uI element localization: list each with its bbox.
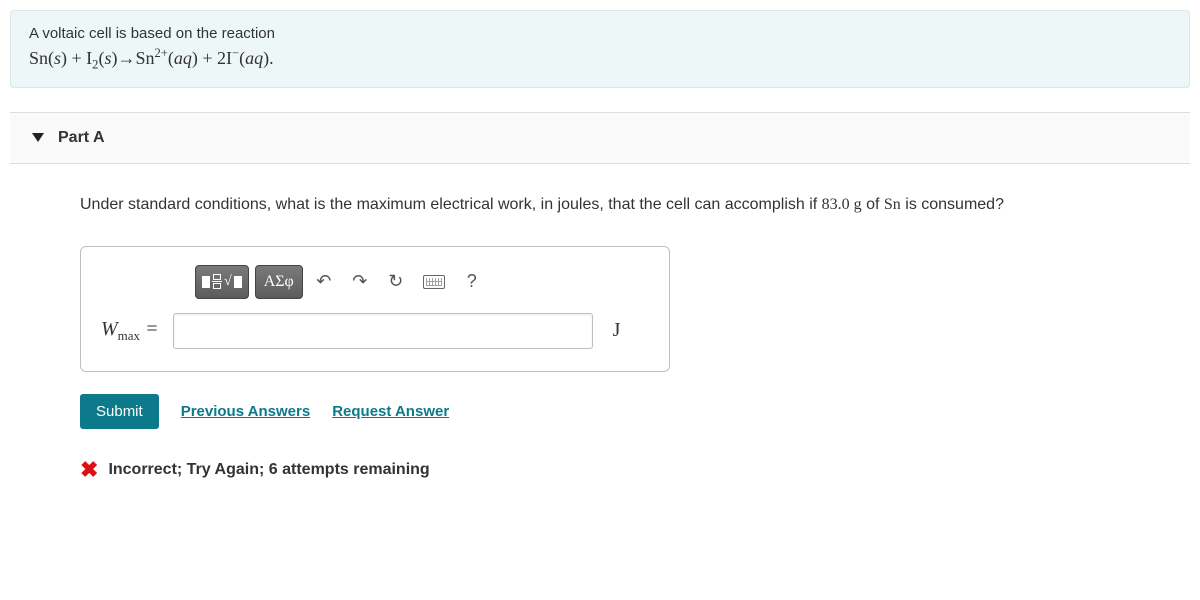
keyboard-button[interactable]: [417, 267, 451, 297]
reaction-equation: Sn(s) + I2(s)→Sn2+(aq) + 2I−(aq).: [29, 46, 1171, 73]
templates-button[interactable]: √: [195, 265, 249, 299]
question-prefix: Under standard conditions, what is the m…: [80, 196, 822, 213]
question-species: Sn: [884, 196, 901, 213]
undo-icon: ↶: [316, 271, 331, 292]
answer-box: √ ΑΣφ ↶ ↷ ↻ ? Wmax = J: [80, 246, 670, 372]
undo-button[interactable]: ↶: [309, 267, 339, 297]
variable-label: Wmax =: [101, 318, 159, 344]
question-text: Under standard conditions, what is the m…: [80, 196, 1190, 214]
problem-statement: A voltaic cell is based on the reaction …: [10, 10, 1190, 88]
redo-button[interactable]: ↷: [345, 267, 375, 297]
question-suffix: is consumed?: [901, 196, 1004, 213]
part-header[interactable]: Part A: [10, 112, 1190, 164]
unit-label: J: [613, 319, 621, 342]
incorrect-icon: ✖: [80, 457, 98, 483]
equation-toolbar: √ ΑΣφ ↶ ↷ ↻ ?: [195, 265, 649, 299]
equals-sign: =: [140, 318, 159, 340]
reset-icon: ↻: [388, 271, 403, 292]
answer-row: Wmax = J: [101, 313, 649, 349]
question-mid: of: [862, 196, 884, 213]
chevron-down-icon: [32, 133, 44, 142]
submit-button[interactable]: Submit: [80, 394, 159, 429]
var-subscript: max: [118, 328, 140, 343]
previous-answers-link[interactable]: Previous Answers: [181, 403, 311, 420]
question-value: 83.0 g: [822, 196, 862, 213]
answer-input[interactable]: [173, 313, 593, 349]
help-button[interactable]: ?: [457, 267, 487, 297]
redo-icon: ↷: [352, 271, 367, 292]
actions-row: Submit Previous Answers Request Answer: [80, 394, 1190, 429]
var-symbol: W: [101, 318, 118, 340]
template-icon: √: [202, 274, 242, 290]
part-title: Part A: [58, 129, 105, 147]
keyboard-icon: [423, 275, 445, 289]
reset-button[interactable]: ↻: [381, 267, 411, 297]
symbols-button[interactable]: ΑΣφ: [255, 265, 303, 299]
request-answer-link[interactable]: Request Answer: [332, 403, 449, 420]
feedback-message: ✖ Incorrect; Try Again; 6 attempts remai…: [80, 457, 1190, 483]
part-body: Under standard conditions, what is the m…: [0, 164, 1200, 503]
problem-intro: A voltaic cell is based on the reaction: [29, 25, 1171, 42]
feedback-text: Incorrect; Try Again; 6 attempts remaini…: [108, 461, 429, 479]
